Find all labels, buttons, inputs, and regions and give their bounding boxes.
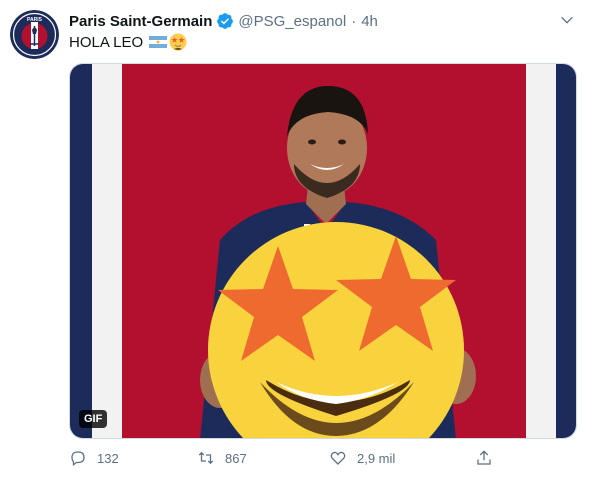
- header-separator: ·: [351, 12, 357, 30]
- chevron-down-icon[interactable]: [559, 12, 575, 28]
- gif-frame-image: [70, 64, 576, 438]
- avatar[interactable]: PARIS: [10, 10, 59, 59]
- tweet-text: HOLA LEO: [69, 33, 187, 51]
- handle[interactable]: @PSG_espanol: [238, 13, 346, 30]
- argentina-flag-icon: [149, 36, 168, 48]
- tweet-card[interactable]: PARIS Paris Saint-Germain @PSG_espanol ·…: [0, 0, 591, 482]
- heart-icon: [330, 451, 346, 465]
- share-button[interactable]: [475, 449, 503, 467]
- share-icon: [477, 450, 491, 465]
- tweet-header: Paris Saint-Germain @PSG_espanol · 4h: [69, 11, 378, 31]
- verified-badge-icon: [217, 13, 234, 29]
- like-count: 2,9 mil: [357, 450, 396, 466]
- tweet-actions: 132 867 2,9 mil: [69, 449, 509, 471]
- reply-button[interactable]: 132: [69, 449, 119, 467]
- retweet-icon: [198, 451, 214, 465]
- reply-icon: [71, 451, 85, 467]
- star-struck-emoji: [169, 33, 187, 51]
- psg-logo-icon: PARIS: [10, 10, 59, 59]
- timestamp[interactable]: 4h: [361, 13, 378, 30]
- tweet-text-content: HOLA LEO: [69, 33, 144, 51]
- gif-badge: GIF: [79, 410, 108, 428]
- reply-count: 132: [97, 450, 119, 466]
- retweet-button[interactable]: 867: [197, 449, 247, 467]
- tweet-media-gif[interactable]: GIF: [69, 63, 577, 439]
- avatar-label: PARIS: [27, 17, 43, 23]
- like-button[interactable]: 2,9 mil: [329, 449, 395, 467]
- retweet-count: 867: [225, 450, 247, 466]
- display-name[interactable]: Paris Saint-Germain: [69, 13, 212, 30]
